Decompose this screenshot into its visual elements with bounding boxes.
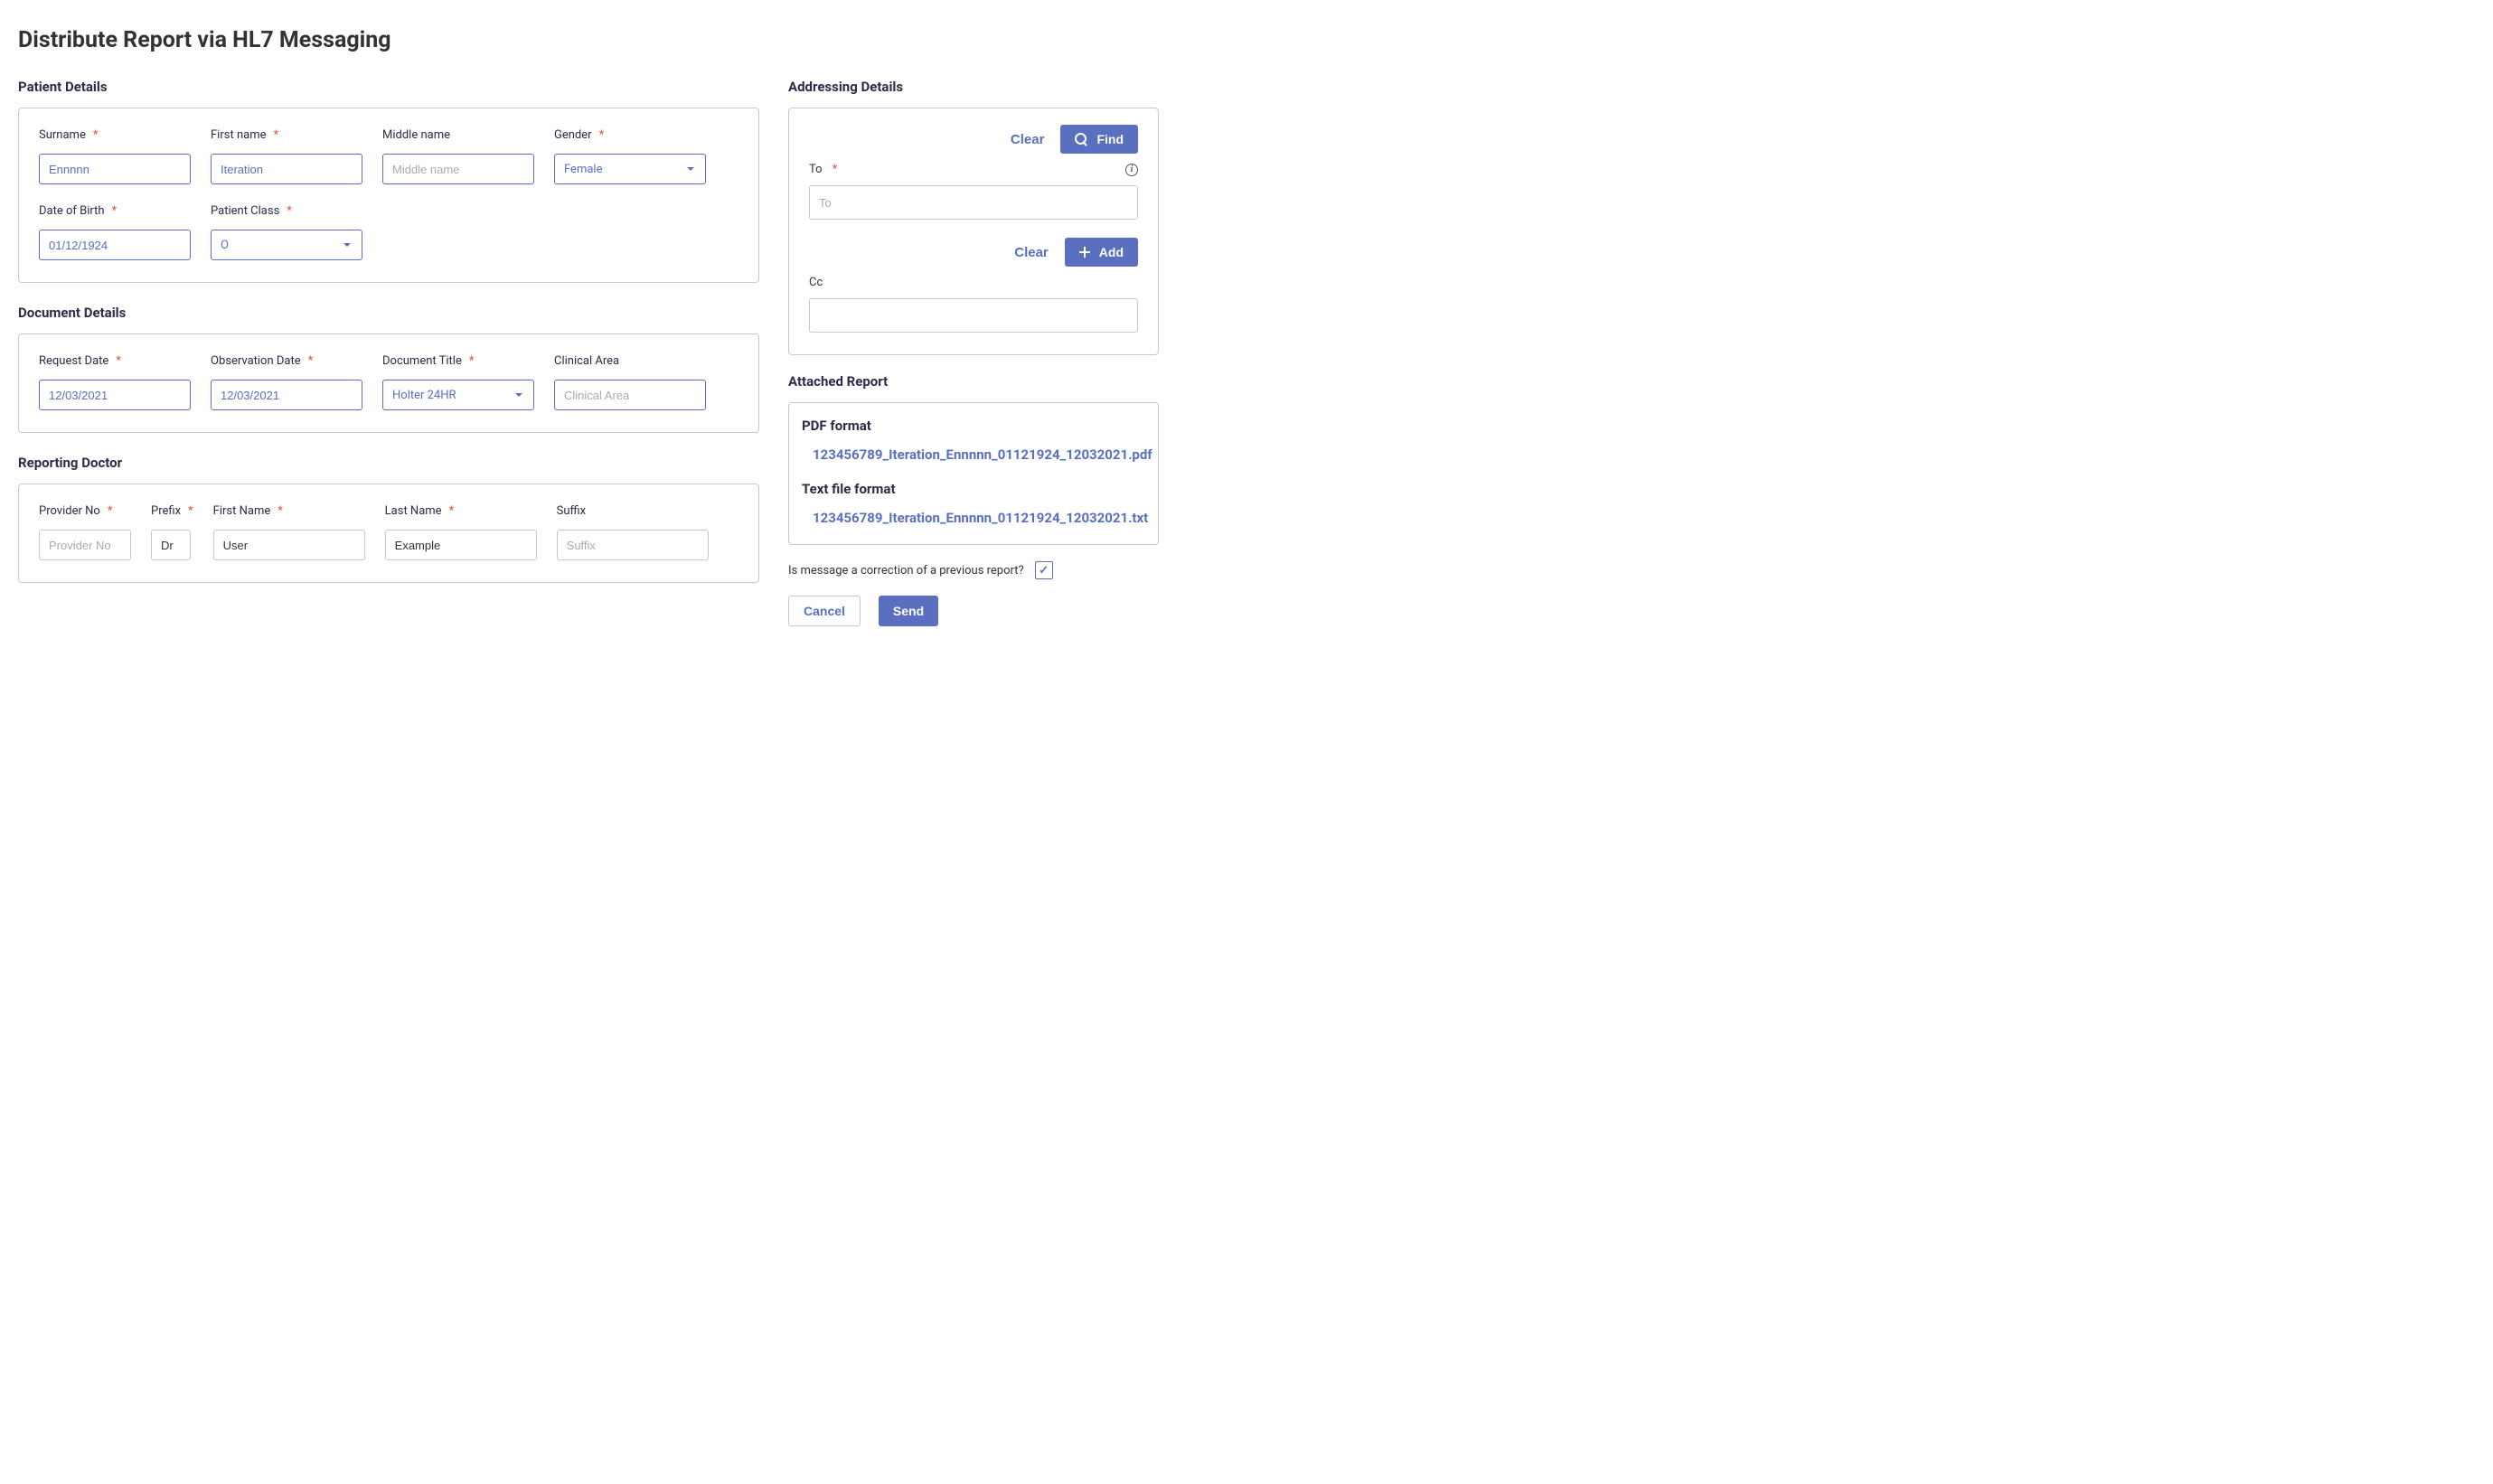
requestdate-label: Request Date xyxy=(39,354,191,369)
txt-format-heading: Text file format xyxy=(802,481,1145,497)
firstname-label: First name xyxy=(211,128,362,143)
attached-report-panel: PDF format 123456789_Iteration_Ennnnn_01… xyxy=(788,402,1159,545)
send-button[interactable]: Send xyxy=(879,596,938,626)
prefix-label: Prefix xyxy=(151,504,193,519)
right-column: Addressing Details Clear Find To * i Cle… xyxy=(788,79,1159,626)
addressing-details-header: Addressing Details xyxy=(788,79,1159,95)
checkmark-icon: ✓ xyxy=(1039,564,1049,578)
caret-down-icon xyxy=(687,167,694,171)
reporting-doctor-panel: Provider No Prefix First Name Last Name … xyxy=(18,484,759,583)
addressing-panel: Clear Find To * i Clear Add xyxy=(788,108,1159,355)
info-icon[interactable]: i xyxy=(1125,164,1138,176)
rfirstname-label: First Name xyxy=(213,504,365,519)
to-required-asterisk: * xyxy=(833,163,838,176)
attached-report-header: Attached Report xyxy=(788,373,1159,390)
rlastname-label: Last Name xyxy=(385,504,537,519)
gender-value: Female xyxy=(564,163,602,176)
firstname-input[interactable] xyxy=(211,154,362,184)
providerno-label: Provider No xyxy=(39,504,131,519)
reporting-doctor-header: Reporting Doctor xyxy=(18,455,759,471)
dob-label: Date of Birth xyxy=(39,204,191,219)
page-title: Distribute Report via HL7 Messaging xyxy=(18,27,2475,53)
to-input[interactable] xyxy=(809,185,1138,220)
documenttitle-select[interactable]: Holter 24HR xyxy=(382,380,534,410)
documenttitle-value: Holter 24HR xyxy=(392,389,456,402)
providerno-input[interactable] xyxy=(39,530,131,560)
dob-input[interactable] xyxy=(39,230,191,260)
find-button-label: Find xyxy=(1096,132,1124,146)
plus-icon xyxy=(1079,247,1090,258)
to-label: To xyxy=(809,163,823,176)
document-details-panel: Request Date Observation Date Document T… xyxy=(18,333,759,433)
middlename-label: Middle name xyxy=(382,128,534,143)
observationdate-input[interactable] xyxy=(211,380,362,410)
cc-input[interactable] xyxy=(809,298,1138,333)
surname-input[interactable] xyxy=(39,154,191,184)
rfirstname-input[interactable] xyxy=(213,530,365,560)
gender-label: Gender xyxy=(554,128,706,143)
documenttitle-label: Document Title xyxy=(382,354,534,369)
patient-details-header: Patient Details xyxy=(18,79,759,95)
correction-row: Is message a correction of a previous re… xyxy=(788,561,1159,579)
txt-file-link[interactable]: 123456789_Iteration_Ennnnn_01121924_1203… xyxy=(802,510,1145,526)
clinicalarea-input[interactable] xyxy=(554,380,706,410)
clinicalarea-label: Clinical Area xyxy=(554,354,706,369)
requestdate-input[interactable] xyxy=(39,380,191,410)
rsuffix-input[interactable] xyxy=(557,530,709,560)
patientclass-select[interactable]: O xyxy=(211,230,362,260)
pdf-format-heading: PDF format xyxy=(802,418,1145,434)
cc-clear-button[interactable]: Clear xyxy=(1014,245,1049,260)
document-details-header: Document Details xyxy=(18,305,759,321)
to-clear-button[interactable]: Clear xyxy=(1011,132,1045,147)
cc-label: Cc xyxy=(809,276,1138,289)
observationdate-label: Observation Date xyxy=(211,354,362,369)
left-column: Patient Details Surname First name Middl… xyxy=(18,79,759,626)
surname-label: Surname xyxy=(39,128,191,143)
pdf-file-link[interactable]: 123456789_Iteration_Ennnnn_01121924_1203… xyxy=(802,446,1145,463)
patientclass-value: O xyxy=(221,239,229,252)
cancel-button[interactable]: Cancel xyxy=(788,596,861,626)
correction-checkbox[interactable]: ✓ xyxy=(1035,561,1053,579)
find-button[interactable]: Find xyxy=(1060,125,1138,154)
rsuffix-label: Suffix xyxy=(557,504,709,519)
correction-label: Is message a correction of a previous re… xyxy=(788,564,1024,578)
add-button[interactable]: Add xyxy=(1065,238,1138,267)
patient-details-panel: Surname First name Middle name Gender Fe… xyxy=(18,108,759,283)
gender-select[interactable]: Female xyxy=(554,154,706,184)
action-row: Cancel Send xyxy=(788,596,1159,626)
caret-down-icon xyxy=(515,393,522,397)
patientclass-label: Patient Class xyxy=(211,204,362,219)
caret-down-icon xyxy=(343,243,351,247)
rlastname-input[interactable] xyxy=(385,530,537,560)
prefix-input[interactable] xyxy=(151,530,191,560)
search-icon xyxy=(1075,133,1087,146)
add-button-label: Add xyxy=(1099,245,1124,259)
middlename-input[interactable] xyxy=(382,154,534,184)
